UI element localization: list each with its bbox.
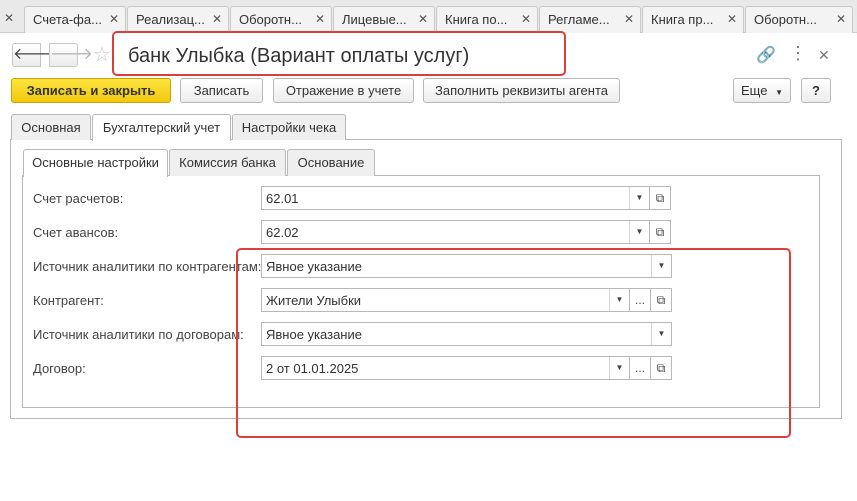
back-button[interactable]: 🡐 bbox=[12, 43, 56, 67]
save-button[interactable]: Записать bbox=[180, 78, 263, 103]
arrow-right-icon: 🡒 bbox=[50, 46, 93, 63]
tab-main[interactable]: Основная bbox=[11, 114, 91, 140]
chevron-down-icon[interactable]: ▼ bbox=[629, 221, 649, 243]
close-icon[interactable]: ✕ bbox=[521, 12, 531, 26]
advance-field[interactable]: 62.02 ▼ bbox=[261, 220, 650, 244]
star-icon[interactable]: ☆ bbox=[93, 42, 111, 67]
contract-label: Договор: bbox=[33, 361, 86, 376]
account-value: 62.01 bbox=[266, 191, 299, 206]
close-icon[interactable]: ✕ bbox=[212, 12, 222, 26]
close-icon[interactable]: ✕ bbox=[624, 12, 634, 26]
advance-label: Счет авансов: bbox=[33, 225, 119, 240]
open-icon[interactable]: ⧉ bbox=[649, 220, 671, 244]
accounting-button[interactable]: Отражение в учете bbox=[273, 78, 414, 103]
tab-accounting[interactable]: Бухгалтерский учет bbox=[92, 114, 231, 141]
window-tab-label: Оборотн... bbox=[754, 12, 817, 27]
window-tab[interactable]: Оборотн... ✕ bbox=[230, 6, 332, 33]
account-label: Счет расчетов: bbox=[33, 191, 124, 206]
forward-button[interactable]: 🡒 bbox=[49, 43, 93, 67]
open-icon[interactable]: ⧉ bbox=[649, 186, 671, 210]
window-tab[interactable]: Счета-фа... ✕ bbox=[24, 6, 126, 33]
close-icon[interactable]: ✕ bbox=[109, 12, 119, 26]
save-and-close-button[interactable]: Записать и закрыть bbox=[11, 78, 171, 103]
window-tab-label: Книга пр... bbox=[651, 12, 714, 27]
window-tab[interactable]: Лицевые... ✕ bbox=[333, 6, 435, 33]
tab-bank-commission[interactable]: Комиссия банка bbox=[169, 149, 286, 176]
more-menu-icon[interactable]: ⋮ bbox=[789, 43, 807, 64]
close-icon[interactable]: ✕ bbox=[836, 12, 846, 26]
account-field[interactable]: 62.01 ▼ bbox=[261, 186, 650, 210]
close-icon[interactable]: ✕ bbox=[818, 47, 830, 64]
tab-receipt-settings[interactable]: Настройки чека bbox=[232, 114, 346, 140]
tab-basic-settings[interactable]: Основные настройки bbox=[23, 149, 168, 177]
highlight-frame-title bbox=[112, 31, 566, 76]
close-icon[interactable]: ✕ bbox=[418, 12, 428, 26]
advance-value: 62.02 bbox=[266, 225, 299, 240]
counterparty-source-label: Источник аналитики по контрагентам: bbox=[33, 259, 262, 274]
chevron-down-icon[interactable]: ▼ bbox=[629, 187, 649, 209]
help-button[interactable]: ? bbox=[801, 78, 831, 103]
chevron-down-icon: ▼ bbox=[775, 88, 783, 97]
window-tab-label: Счета-фа... bbox=[33, 12, 102, 27]
tab-basis[interactable]: Основание bbox=[287, 149, 375, 176]
more-button-label: Еще bbox=[741, 83, 768, 98]
window-tab-label: Оборотн... bbox=[239, 12, 302, 27]
window-tab-label: Реализац... bbox=[136, 12, 205, 27]
window-tab[interactable]: Книга пр... ✕ bbox=[642, 6, 744, 33]
more-button[interactable]: Еще ▼ bbox=[733, 78, 791, 103]
window-tab-label: Регламе... bbox=[548, 12, 610, 27]
window-tabs-bar: ✕ Счета-фа... ✕ Реализац... ✕ Оборотн...… bbox=[0, 0, 857, 33]
window-tab[interactable]: Оборотн... ✕ bbox=[745, 6, 853, 33]
highlight-frame-fields bbox=[236, 248, 791, 438]
fill-agent-details-button[interactable]: Заполнить реквизиты агента bbox=[423, 78, 620, 103]
window-tab[interactable]: Реализац... ✕ bbox=[127, 6, 229, 33]
close-icon[interactable]: ✕ bbox=[315, 12, 325, 26]
close-icon[interactable]: ✕ bbox=[727, 12, 737, 26]
link-icon[interactable]: 🔗 bbox=[756, 45, 776, 65]
contract-source-label: Источник аналитики по договорам: bbox=[33, 327, 244, 342]
window-tab-label: Лицевые... bbox=[342, 12, 407, 27]
counterparty-label: Контрагент: bbox=[33, 293, 104, 308]
close-icon[interactable]: ✕ bbox=[4, 11, 14, 25]
window-tab[interactable]: Регламе... ✕ bbox=[539, 6, 641, 33]
window-tab[interactable]: Книга по... ✕ bbox=[436, 6, 538, 33]
window-tab-label: Книга по... bbox=[445, 12, 508, 27]
